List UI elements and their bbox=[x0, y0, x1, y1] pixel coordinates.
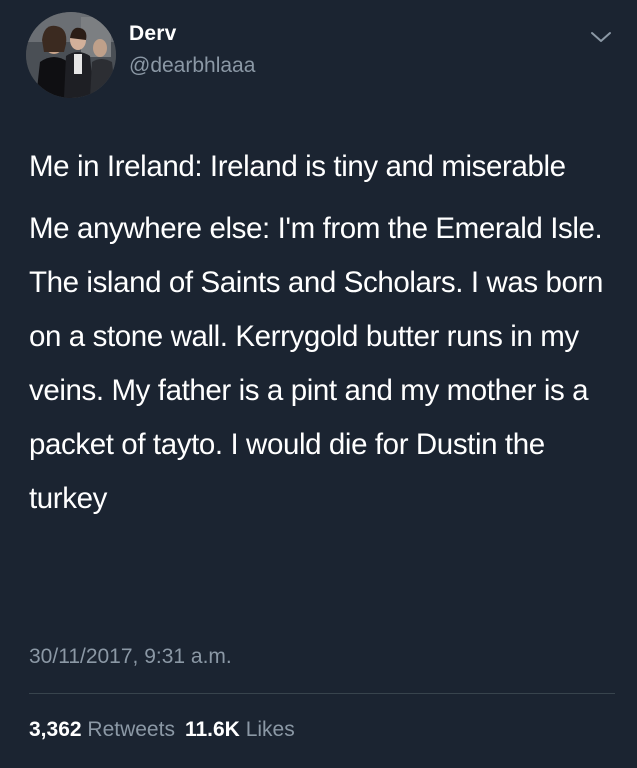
tweet-stats: 3,362 Retweets 11.6K Likes bbox=[29, 718, 295, 742]
avatar[interactable] bbox=[26, 12, 116, 98]
likes-count: 11.6K bbox=[184, 718, 240, 741]
retweets-stat[interactable]: 3,362 Retweets bbox=[29, 718, 175, 741]
chevron-down-icon[interactable] bbox=[590, 30, 612, 44]
user-handle[interactable]: @dearbhlaaa bbox=[129, 54, 255, 78]
tweet-text: Me in Ireland: Ireland is tiny and miser… bbox=[29, 140, 619, 526]
tweet-paragraph: Me anywhere else: I'm from the Emerald I… bbox=[29, 212, 603, 515]
tweet-card: Derv @dearbhlaaa Me in Ireland: Ireland … bbox=[0, 0, 637, 768]
retweets-count: 3,362 bbox=[29, 718, 82, 741]
display-name[interactable]: Derv bbox=[129, 22, 177, 46]
tweet-paragraph: Me in Ireland: Ireland is tiny and miser… bbox=[29, 150, 566, 183]
likes-label: Likes bbox=[245, 718, 295, 741]
tweet-timestamp[interactable]: 30/11/2017, 9:31 a.m. bbox=[29, 645, 232, 669]
divider bbox=[29, 693, 615, 694]
retweets-label: Retweets bbox=[87, 718, 175, 741]
likes-stat[interactable]: 11.6K Likes bbox=[185, 718, 295, 741]
profile-photo-icon bbox=[26, 12, 116, 98]
